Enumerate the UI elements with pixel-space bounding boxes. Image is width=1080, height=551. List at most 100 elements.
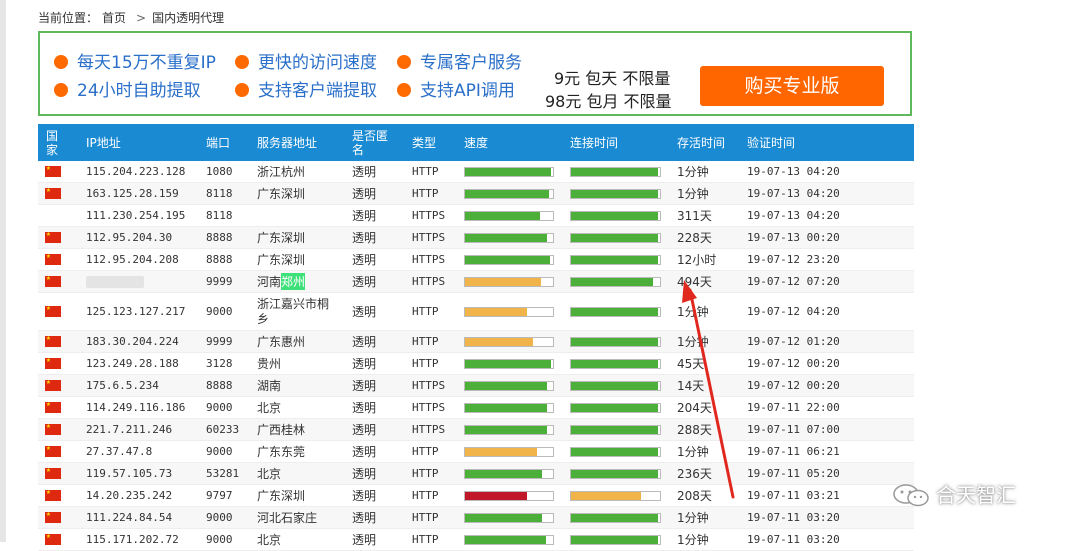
conn-cell <box>570 375 661 396</box>
table-row: 112.95.204.30 8888 广东深圳 透明 HTTPS 228天 19-07-13… <box>38 227 914 249</box>
breadcrumb-home-link[interactable]: 首页 <box>102 11 126 25</box>
conn-cell <box>570 485 661 506</box>
anon-cell: 透明 <box>352 445 377 459</box>
ip-cell: 125.123.127.217 <box>86 305 186 318</box>
country-cell <box>45 507 61 528</box>
speed-bar-fill <box>465 381 547 390</box>
anon-cell: 透明 <box>352 305 377 319</box>
speed-cell <box>464 293 554 330</box>
anon-cell: 透明 <box>352 489 377 503</box>
verify-cell: 19-07-12 23:20 <box>747 253 840 266</box>
port-cell: 8888 <box>206 231 233 244</box>
country-cell <box>45 419 61 440</box>
type-cell: HTTPS <box>412 401 446 414</box>
speed-bar <box>464 306 554 317</box>
speed-cell <box>464 419 554 440</box>
speed-bar <box>464 254 554 265</box>
country-cell <box>45 293 61 330</box>
verify-cell: 19-07-12 00:20 <box>747 357 840 370</box>
speed-bar-fill <box>465 359 552 368</box>
table-row: 175.6.5.234 8888 湖南 透明 HTTPS 14天 19-07-12 00:2… <box>38 375 914 397</box>
ip-cell: 112.95.204.208 <box>86 253 179 266</box>
port-cell: 9000 <box>206 305 233 318</box>
conn-bar <box>570 468 661 479</box>
speed-bar-fill <box>465 535 546 544</box>
port-cell: 9000 <box>206 533 233 546</box>
feature-item: 支持API调用 <box>397 76 515 101</box>
conn-bar <box>570 336 661 347</box>
server-cell: 北京 <box>257 467 282 481</box>
conn-cell <box>570 441 661 462</box>
speed-bar-fill <box>465 469 542 478</box>
alive-cell: 494天 <box>677 275 712 289</box>
orange-dot-icon <box>235 55 249 69</box>
conn-bar-fill <box>571 513 659 522</box>
speed-bar-fill <box>465 447 538 456</box>
verify-cell: 19-07-11 05:20 <box>747 467 840 480</box>
orange-dot-icon <box>54 55 68 69</box>
header-server: 服务器地址 <box>257 135 318 150</box>
port-cell: 9000 <box>206 511 233 524</box>
china-flag-icon <box>45 531 61 545</box>
speed-bar-fill <box>465 211 540 220</box>
table-row: 14.20.235.242 9797 广东深圳 透明 HTTP 208天 19-07-11 … <box>38 485 914 507</box>
ip-cell: 27.37.47.8 <box>86 445 153 458</box>
verify-cell: 19-07-11 06:21 <box>747 445 840 458</box>
country-cell <box>45 375 61 396</box>
china-flag-icon <box>45 185 61 199</box>
alive-cell: 204天 <box>677 401 712 415</box>
china-flag-icon <box>45 509 61 523</box>
ip-cell: 175.6.5.234 <box>86 379 159 392</box>
anon-cell: 透明 <box>352 253 377 267</box>
speed-cell <box>464 463 554 484</box>
conn-bar <box>570 306 661 317</box>
ip-cell: 112.95.204.30 <box>86 231 173 244</box>
alive-cell: 1分钟 <box>677 187 709 201</box>
conn-bar-fill <box>571 469 659 478</box>
server-cell: 广东深圳 <box>257 489 306 503</box>
conn-cell <box>570 353 661 374</box>
speed-bar-fill <box>465 425 547 434</box>
port-cell: 9000 <box>206 401 233 414</box>
conn-bar <box>570 490 661 501</box>
header-port: 端口 <box>206 135 231 150</box>
verify-cell: 19-07-11 03:20 <box>747 533 840 546</box>
watermark: 合天智汇 <box>892 479 1016 508</box>
conn-bar-fill <box>571 403 659 412</box>
country-cell <box>45 227 61 248</box>
table-row: 125.123.127.217 9000 浙江嘉兴市桐乡 透明 HTTP 1分钟 19-07… <box>38 293 914 331</box>
table-row: 114.249.116.186 9000 北京 透明 HTTPS 204天 19-07-11… <box>38 397 914 419</box>
speed-bar <box>464 210 554 221</box>
speed-cell <box>464 507 554 528</box>
speed-bar <box>464 446 554 457</box>
speed-cell <box>464 227 554 248</box>
country-cell <box>45 529 61 550</box>
country-cell <box>45 161 61 182</box>
china-flag-icon <box>45 229 61 243</box>
speed-bar <box>464 276 554 287</box>
type-cell: HTTPS <box>412 379 446 392</box>
speed-bar-fill <box>465 491 528 500</box>
conn-bar-fill <box>571 491 642 500</box>
feature-item: 更快的访问速度 <box>235 48 377 73</box>
type-cell: HTTPS <box>412 275 446 288</box>
type-cell: HTTP <box>412 511 439 524</box>
speed-bar-fill <box>465 167 552 176</box>
buy-pro-button[interactable]: 购买专业版 <box>700 66 884 106</box>
conn-bar-fill <box>571 277 653 286</box>
country-cell <box>45 353 61 374</box>
country-cell <box>45 183 61 204</box>
type-cell: HTTP <box>412 165 439 178</box>
conn-cell <box>570 293 661 330</box>
redacted-block <box>86 275 144 288</box>
speed-bar <box>464 380 554 391</box>
table-row: 111.230.254.195 8118 透明 HTTPS 311天 19-07-13 0… <box>38 205 914 227</box>
feature-item: 24小时自助提取 <box>54 76 201 101</box>
alive-cell: 236天 <box>677 467 712 481</box>
price-daily: 9元 包天 不限量 <box>554 69 671 88</box>
china-flag-icon <box>45 163 61 177</box>
conn-bar <box>570 358 661 369</box>
conn-cell <box>570 249 661 270</box>
watermark-text: 合天智汇 <box>936 483 1016 507</box>
verify-cell: 19-07-13 00:20 <box>747 231 840 244</box>
